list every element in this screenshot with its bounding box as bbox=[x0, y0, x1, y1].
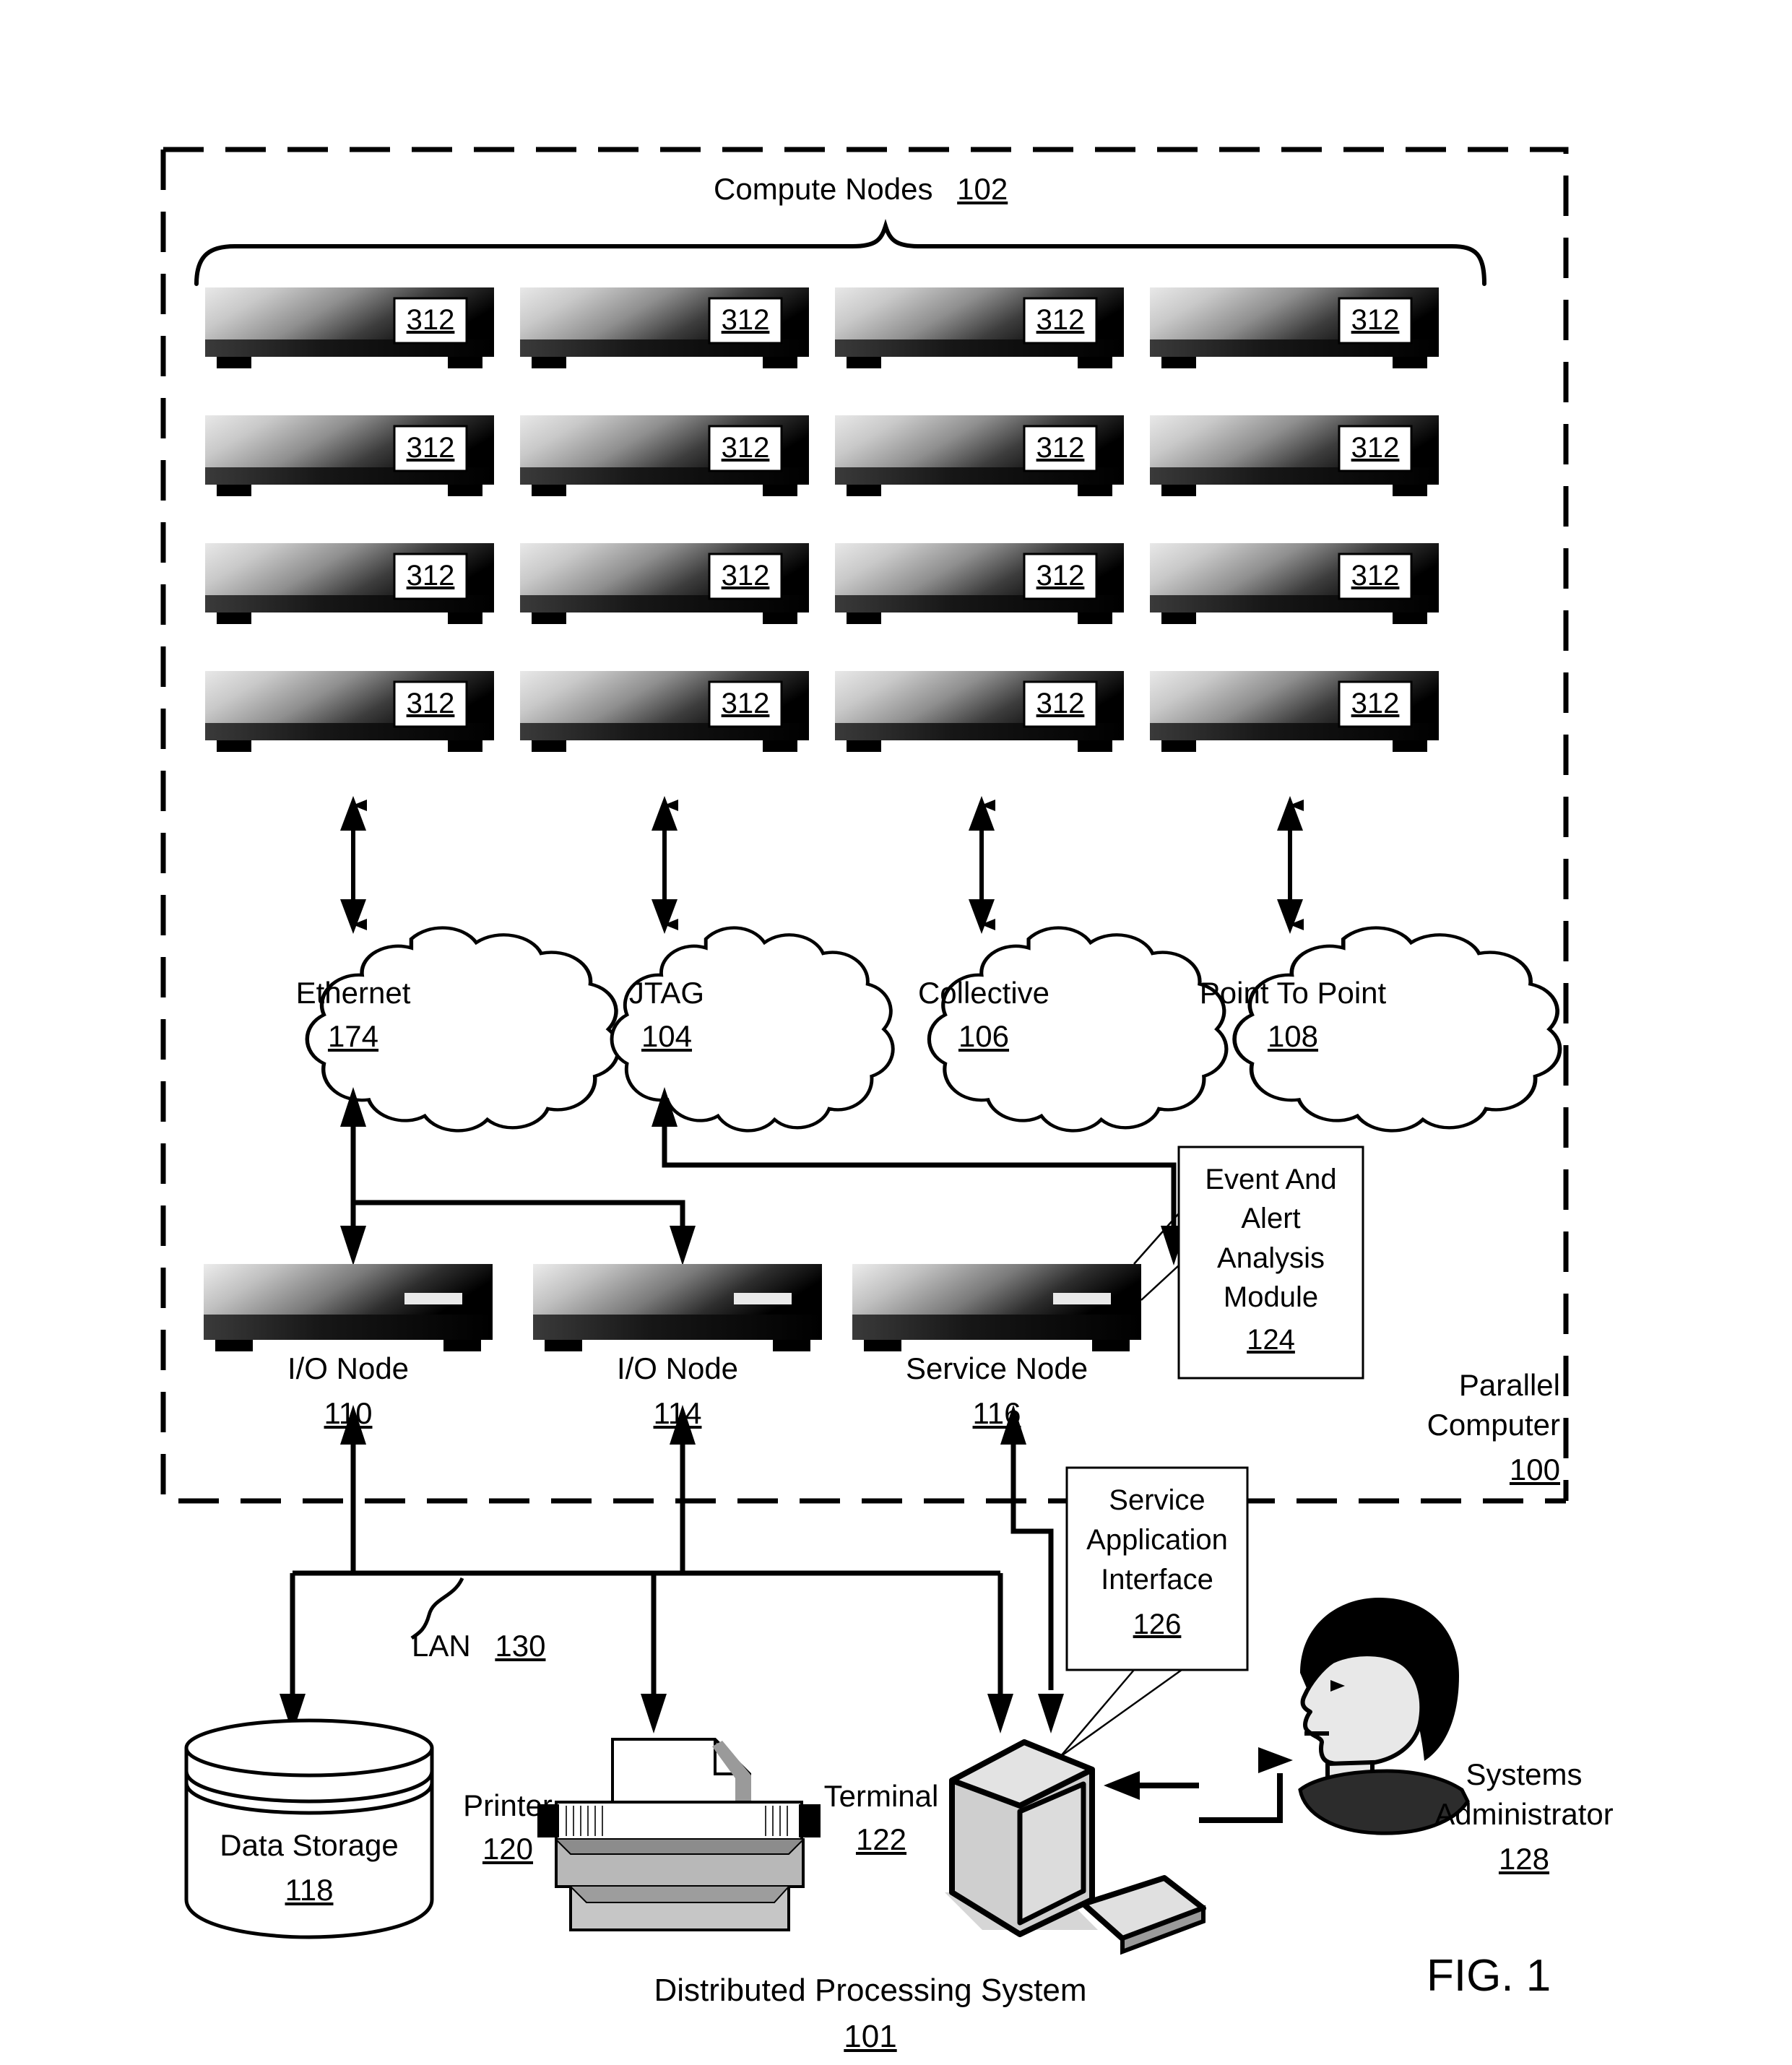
compute-nodes-label: Compute Nodes bbox=[714, 172, 933, 206]
io-node-110-box bbox=[204, 1264, 493, 1351]
figure-caption: Distributed Processing System 101 bbox=[491, 1972, 1250, 2056]
network-ref: 106 bbox=[958, 1018, 1010, 1053]
data-storage-name: Data Storage bbox=[220, 1828, 399, 1862]
node-name: I/O Node bbox=[287, 1351, 410, 1385]
io-node-114-box bbox=[533, 1264, 822, 1351]
parallel-computer-line1: Parallel bbox=[1458, 1368, 1560, 1402]
service-app-interface-connector bbox=[1010, 1416, 1054, 1690]
node-ref: 116 bbox=[972, 1395, 1021, 1430]
sai-line3: Interface bbox=[1101, 1564, 1213, 1596]
compute-nodes-ref: 102 bbox=[957, 172, 1008, 206]
lan-name: LAN bbox=[412, 1629, 471, 1663]
network-label-point-to-point: Point To Point 108 bbox=[1174, 975, 1412, 1054]
compute-node-ref: 312 bbox=[1351, 688, 1400, 719]
figure-label: FIG. 1 bbox=[1427, 1951, 1551, 2001]
parallel-computer-label: Parallel Computer 100 bbox=[1394, 1365, 1560, 1489]
caption-ref: 101 bbox=[844, 2018, 897, 2054]
compute-node-ref: 312 bbox=[406, 560, 455, 592]
admin-line2: Administrator bbox=[1434, 1796, 1614, 1831]
admin-terminal-arrowheads bbox=[1104, 1747, 1293, 1800]
admin-terminal-arrows bbox=[1116, 1773, 1283, 1823]
lan-label: LAN 130 bbox=[412, 1629, 545, 1663]
network-label-jtag: JTAG 104 bbox=[566, 975, 768, 1054]
node-name: Service Node bbox=[905, 1351, 1088, 1385]
network-ref: 108 bbox=[1267, 1018, 1319, 1053]
caption-title: Distributed Processing System bbox=[654, 1973, 1087, 2008]
compute-node-ref: 312 bbox=[721, 432, 770, 464]
terminal-name: Terminal bbox=[823, 1779, 939, 1813]
compute-node-ref: 312 bbox=[1351, 304, 1400, 336]
compute-node-ref: 312 bbox=[406, 304, 455, 336]
network-to-node-connectors bbox=[350, 1099, 1177, 1253]
admin-line1: Systems bbox=[1466, 1757, 1583, 1791]
terminal-graphic bbox=[945, 1739, 1206, 1955]
figure-canvas: Compute Nodes 102 312 312 312 312 312 31… bbox=[0, 0, 1792, 2065]
compute-nodes-brace bbox=[194, 219, 1486, 286]
network-label-collective: Collective 106 bbox=[875, 975, 1092, 1054]
printer-graphic bbox=[537, 1738, 821, 1931]
event-alert-line1: Event And bbox=[1205, 1164, 1337, 1195]
parallel-computer-line2: Computer bbox=[1427, 1408, 1560, 1442]
service-node-116-label: Service Node 116 bbox=[881, 1351, 1112, 1431]
compute-node-ref: 312 bbox=[1351, 432, 1400, 464]
data-storage-ref: 118 bbox=[285, 1872, 334, 1907]
compute-node-ref: 312 bbox=[1351, 560, 1400, 592]
network-label-ethernet: Ethernet 174 bbox=[245, 975, 462, 1054]
io-node-114-label: I/O Node 114 bbox=[569, 1351, 786, 1431]
terminal-ref: 122 bbox=[855, 1822, 907, 1856]
compute-nodes-title: Compute Nodes 102 bbox=[714, 172, 1008, 207]
sai-line2: Application bbox=[1086, 1524, 1228, 1557]
lan-ref: 130 bbox=[495, 1629, 546, 1663]
sai-ref: 126 bbox=[1133, 1608, 1182, 1640]
compute-node-ref: 312 bbox=[1036, 560, 1085, 592]
network-name: Ethernet bbox=[295, 976, 411, 1010]
event-alert-line4: Module bbox=[1223, 1281, 1319, 1314]
admin-ref: 128 bbox=[1498, 1842, 1550, 1876]
node-ref: 114 bbox=[653, 1395, 702, 1430]
compute-node-ref: 312 bbox=[1036, 688, 1085, 719]
compute-node-ref: 312 bbox=[1036, 432, 1085, 464]
systems-administrator-label: Systems Administrator 128 bbox=[1401, 1755, 1647, 1879]
compute-node-ref: 312 bbox=[721, 304, 770, 336]
node-ref: 110 bbox=[324, 1395, 373, 1430]
compute-node-ref: 312 bbox=[1036, 304, 1085, 336]
network-name: Collective bbox=[917, 976, 1050, 1010]
service-node-116-box bbox=[852, 1264, 1141, 1351]
service-app-interface-label: Service Application Interface 126 bbox=[1067, 1481, 1247, 1645]
network-name: JTAG bbox=[628, 976, 705, 1010]
node-to-network-arrows bbox=[351, 800, 1304, 930]
data-storage-label: Data Storage 118 bbox=[186, 1827, 432, 1908]
network-ref: 174 bbox=[327, 1018, 379, 1053]
lan-bus bbox=[290, 1416, 1003, 1719]
compute-node-ref: 312 bbox=[721, 560, 770, 592]
node-name: I/O Node bbox=[616, 1351, 739, 1385]
network-name: Point To Point bbox=[1199, 976, 1387, 1010]
parallel-computer-ref: 100 bbox=[1509, 1452, 1560, 1486]
compute-node-ref: 312 bbox=[406, 432, 455, 464]
terminal-label: Terminal 122 bbox=[809, 1778, 953, 1857]
printer-name: Printer bbox=[463, 1788, 553, 1822]
event-alert-module-label: Event And Alert Analysis Module 124 bbox=[1179, 1160, 1363, 1359]
compute-node-ref: 312 bbox=[406, 688, 455, 719]
sai-line1: Service bbox=[1109, 1484, 1206, 1516]
event-alert-line2: Alert bbox=[1241, 1203, 1301, 1235]
network-ref: 104 bbox=[641, 1018, 693, 1053]
lan-bus-arrowheads bbox=[280, 1405, 1013, 1733]
service-app-interface-arrowheads bbox=[1000, 1405, 1064, 1733]
network-to-node-arrowheads bbox=[340, 1087, 1187, 1265]
node-to-network-arrowheads bbox=[340, 796, 1303, 934]
event-alert-ref: 124 bbox=[1247, 1323, 1295, 1356]
io-service-node-boxes bbox=[204, 1264, 1141, 1351]
io-node-110-label: I/O Node 110 bbox=[240, 1351, 456, 1431]
printer-ref: 120 bbox=[482, 1831, 534, 1866]
event-alert-line3: Analysis bbox=[1217, 1242, 1325, 1274]
compute-node-ref: 312 bbox=[721, 688, 770, 719]
printer-label: Printer 120 bbox=[439, 1788, 576, 1866]
compute-node-grid bbox=[205, 287, 1439, 752]
